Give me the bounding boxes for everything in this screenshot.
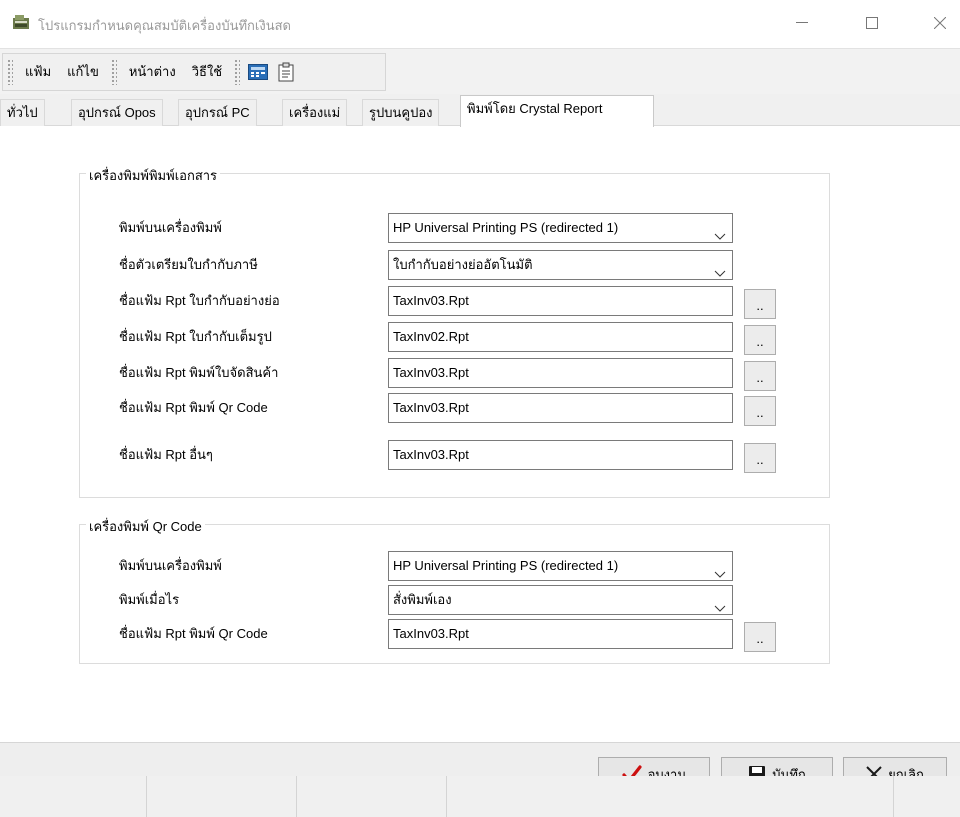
- status-segment: [146, 776, 147, 817]
- picklist-input[interactable]: TaxInv03.Rpt: [388, 358, 733, 388]
- tab-general[interactable]: ทั่วไป: [0, 99, 45, 126]
- qr-code-input[interactable]: TaxInv03.Rpt: [388, 393, 733, 423]
- print-when-label: พิมพ์เมื่อไร: [119, 592, 180, 607]
- other-rpt-label: ชื่อแฟ้ม Rpt อื่นๆ: [119, 447, 213, 462]
- browse-button[interactable]: ..: [744, 443, 776, 473]
- printer-select-value: HP Universal Printing PS (redirected 1): [393, 220, 619, 235]
- status-segment: [446, 776, 447, 817]
- chevron-down-icon: [714, 223, 726, 242]
- window-title: โปรแกรมกำหนดคุณสมบัติเครื่องบันทึกเงินสด: [38, 18, 291, 33]
- menu-file[interactable]: แฟ้ม: [17, 54, 59, 90]
- document-printer-group: เครื่องพิมพ์พิมพ์เอกสาร พิมพ์บนเครื่องพิ…: [79, 165, 830, 498]
- browse-button[interactable]: ..: [744, 396, 776, 426]
- tab-pc-device[interactable]: อุปกรณ์ PC: [178, 99, 257, 126]
- chevron-down-icon: [714, 561, 726, 580]
- print-when-select[interactable]: สั่งพิมพ์เอง: [388, 585, 733, 615]
- tab-master-machine[interactable]: เครื่องแม่: [282, 99, 348, 126]
- print-when-select-value: สั่งพิมพ์เอง: [393, 592, 452, 607]
- tab-content: เครื่องพิมพ์พิมพ์เอกสาร พิมพ์บนเครื่องพิ…: [0, 126, 960, 742]
- qr-rpt-row: ชื่อแฟ้ม Rpt พิมพ์ Qr Code TaxInv03.Rpt …: [119, 619, 819, 652]
- picklist-label: ชื่อแฟ้ม Rpt พิมพ์ใบจัดสินค้า: [119, 365, 279, 380]
- qr-printer-select-value: HP Universal Printing PS (redirected 1): [393, 558, 619, 573]
- tab-strip: ทั่วไป อุปกรณ์ Opos อุปกรณ์ PC เครื่องแม…: [0, 94, 960, 127]
- group-legend: เครื่องพิมพ์พิมพ์เอกสาร: [86, 165, 221, 186]
- tax-prep-select[interactable]: ใบกำกับอย่างย่ออัตโนมัติ: [388, 250, 733, 280]
- printer-label: พิมพ์บนเครื่องพิมพ์: [119, 220, 222, 235]
- toolbar-grip[interactable]: [234, 59, 241, 85]
- tax-prep-row: ชื่อตัวเตรียมใบกำกับภาษี ใบกำกับอย่างย่อ…: [119, 250, 809, 280]
- qr-printer-group: เครื่องพิมพ์ Qr Code พิมพ์บนเครื่องพิมพ์…: [79, 516, 830, 664]
- menu-window[interactable]: หน้าต่าง: [121, 54, 184, 90]
- full-invoice-input[interactable]: TaxInv02.Rpt: [388, 322, 733, 352]
- other-rpt-row: ชื่อแฟ้ม Rpt อื่นๆ TaxInv03.Rpt ..: [119, 440, 819, 473]
- minimize-button[interactable]: [782, 10, 822, 36]
- group-legend: เครื่องพิมพ์ Qr Code: [86, 516, 205, 537]
- tax-prep-label: ชื่อตัวเตรียมใบกำกับภาษี: [119, 257, 258, 272]
- status-segment: [296, 776, 297, 817]
- full-invoice-label: ชื่อแฟ้ม Rpt ใบกำกับเต็มรูป: [119, 329, 272, 344]
- qr-printer-row: พิมพ์บนเครื่องพิมพ์ HP Universal Printin…: [119, 551, 809, 581]
- title-bar: โปรแกรมกำหนดคุณสมบัติเครื่องบันทึกเงินสด: [0, 0, 960, 48]
- menu-bar: แฟ้ม แก้ไข หน้าต่าง วิธีใช้: [0, 48, 960, 94]
- toolbar-grip[interactable]: [7, 59, 13, 85]
- qr-code-label: ชื่อแฟ้ม Rpt พิมพ์ Qr Code: [119, 400, 268, 415]
- qr-rpt-label: ชื่อแฟ้ม Rpt พิมพ์ Qr Code: [119, 626, 268, 641]
- status-segment: [893, 776, 894, 817]
- clipboard-icon[interactable]: [272, 57, 300, 87]
- full-invoice-row: ชื่อแฟ้ม Rpt ใบกำกับเต็มรูป TaxInv02.Rpt…: [119, 322, 819, 355]
- short-invoice-row: ชื่อแฟ้ม Rpt ใบกำกับอย่างย่อ TaxInv03.Rp…: [119, 286, 819, 319]
- chevron-down-icon: [714, 595, 726, 614]
- tab-coupon-image[interactable]: รูปบนคูปอง: [362, 99, 440, 126]
- short-invoice-input[interactable]: TaxInv03.Rpt: [388, 286, 733, 316]
- status-bar: [0, 776, 960, 817]
- browse-button[interactable]: ..: [744, 289, 776, 319]
- browse-button[interactable]: ..: [744, 622, 776, 652]
- chevron-down-icon: [714, 260, 726, 279]
- maximize-button[interactable]: [852, 10, 892, 36]
- browse-button[interactable]: ..: [744, 361, 776, 391]
- app-icon: [12, 14, 30, 30]
- short-invoice-label: ชื่อแฟ้ม Rpt ใบกำกับอย่างย่อ: [119, 293, 280, 308]
- browse-button[interactable]: ..: [744, 325, 776, 355]
- picklist-row: ชื่อแฟ้ม Rpt พิมพ์ใบจัดสินค้า TaxInv03.R…: [119, 358, 819, 391]
- menu-toolbar: แฟ้ม แก้ไข หน้าต่าง วิธีใช้: [2, 53, 386, 91]
- print-when-row: พิมพ์เมื่อไร สั่งพิมพ์เอง: [119, 585, 809, 615]
- tab-crystal-report[interactable]: พิมพ์โดย Crystal Report: [460, 95, 654, 127]
- tax-prep-select-value: ใบกำกับอย่างย่ออัตโนมัติ: [393, 257, 533, 272]
- menu-help[interactable]: วิธีใช้: [184, 54, 230, 90]
- printer-select[interactable]: HP Universal Printing PS (redirected 1): [388, 213, 733, 243]
- printer-row: พิมพ์บนเครื่องพิมพ์ HP Universal Printin…: [119, 213, 809, 243]
- qr-rpt-input[interactable]: TaxInv03.Rpt: [388, 619, 733, 649]
- qr-printer-label: พิมพ์บนเครื่องพิมพ์: [119, 558, 222, 573]
- qr-printer-select[interactable]: HP Universal Printing PS (redirected 1): [388, 551, 733, 581]
- other-rpt-input[interactable]: TaxInv03.Rpt: [388, 440, 733, 470]
- qr-code-row: ชื่อแฟ้ม Rpt พิมพ์ Qr Code TaxInv03.Rpt …: [119, 393, 819, 426]
- toolbar-grip[interactable]: [110, 59, 117, 85]
- calculator-icon[interactable]: [244, 57, 272, 87]
- tab-opos-device[interactable]: อุปกรณ์ Opos: [71, 99, 163, 126]
- close-button[interactable]: [920, 10, 960, 36]
- menu-edit[interactable]: แก้ไข: [59, 54, 107, 90]
